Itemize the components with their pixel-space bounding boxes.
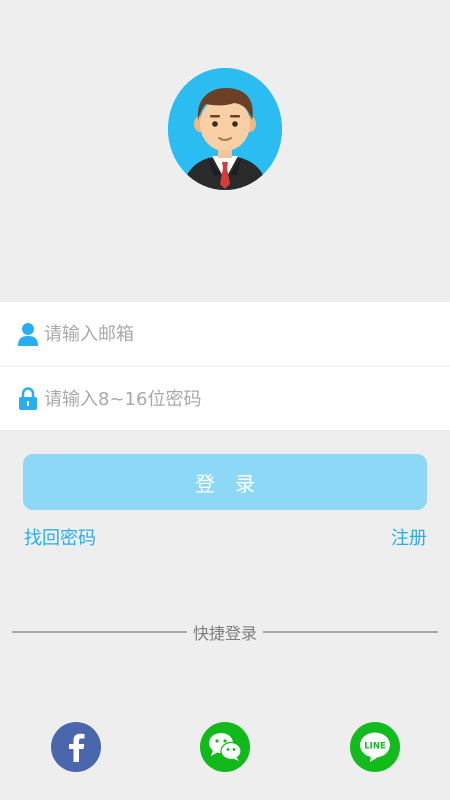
login-form [0,302,450,431]
login-button[interactable]: 登 录 [23,454,427,510]
businessman-avatar-icon [168,68,282,190]
line-login-button[interactable]: LINE [350,722,400,772]
svg-text:LINE: LINE [364,742,386,752]
forgot-password-link[interactable]: 找回密码 [24,524,96,550]
divider-line-right [263,631,439,633]
register-link[interactable]: 注册 [391,524,427,550]
line-icon: LINE [360,732,390,762]
email-row [0,302,450,366]
avatar [168,68,282,190]
wechat-login-button[interactable] [200,722,250,772]
divider-line-left [12,631,187,633]
quick-login-divider: 快捷登录 [12,620,439,644]
password-row [0,366,450,431]
login-screen: 登 录 找回密码 注册 快捷登录 LINE [0,0,450,800]
lock-icon [17,386,39,411]
facebook-login-button[interactable] [51,722,101,772]
user-icon [17,322,39,346]
wechat-icon [209,733,242,761]
email-field[interactable] [44,302,438,366]
password-field[interactable] [44,367,438,431]
facebook-icon [69,733,85,762]
quick-login-label: 快捷登录 [193,624,258,643]
